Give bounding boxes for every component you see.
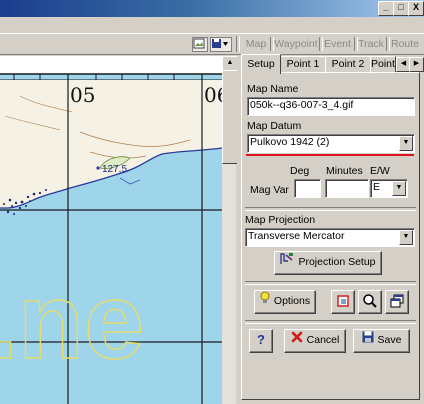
map-canvas[interactable]: .ne 05 06 127,5 <box>0 56 222 404</box>
map-watermark: .ne <box>0 260 144 381</box>
projection-setup-button[interactable]: Projection Setup <box>274 251 382 275</box>
toolbar: Map Waypoint Event Track Route <box>0 33 424 55</box>
toolbar-separator <box>236 36 240 52</box>
chevron-down-icon[interactable]: ▼ <box>399 230 413 245</box>
mag-var-ew-value: E <box>373 181 381 193</box>
mag-var-deg-label: Deg <box>290 165 310 177</box>
chevron-down-icon[interactable]: ▼ <box>399 136 413 151</box>
close-button[interactable]: X <box>408 1 424 16</box>
map-crop-button[interactable] <box>331 290 355 314</box>
map-datum-select[interactable]: Pulkovo 1942 (2) ▼ <box>247 134 415 153</box>
cancel-button[interactable]: Cancel <box>284 329 346 353</box>
map-view[interactable]: .ne 05 06 127,5 <box>0 56 222 404</box>
section-divider <box>245 207 416 211</box>
mag-var-ew-select[interactable]: E ▼ <box>370 179 408 198</box>
map-grid-label: 05 <box>70 83 95 107</box>
menu-bar <box>0 17 424 33</box>
map-projection-select[interactable]: Transverse Mercator ▼ <box>245 228 415 247</box>
datum-highlight-underline <box>246 154 414 156</box>
map-grid-label: 06 <box>204 83 222 107</box>
map-datum-value: Pulkovo 1942 (2) <box>250 136 330 148</box>
top-tab-waypoint[interactable]: Waypoint <box>273 37 319 51</box>
top-tab-map[interactable]: Map <box>243 37 269 51</box>
mag-var-deg-input[interactable] <box>294 179 321 198</box>
cancel-label: Cancel <box>306 334 340 347</box>
windows-icon <box>390 294 404 308</box>
help-button[interactable]: ? <box>249 329 273 353</box>
projection-setup-label: Projection Setup <box>298 256 376 269</box>
top-tab-track[interactable]: Track <box>357 37 385 51</box>
map-name-label: Map Name <box>247 83 299 95</box>
tab-scroll-right-button[interactable]: ▶ <box>409 57 424 72</box>
map-vertical-scrollbar[interactable]: ▲ <box>222 56 238 404</box>
image-icon[interactable] <box>192 37 208 52</box>
save-dropdown-icon[interactable] <box>210 37 232 52</box>
tab-setup[interactable]: Setup <box>241 54 281 74</box>
scroll-thumb[interactable] <box>222 70 238 164</box>
mag-var-ew-label: E/W <box>370 165 390 177</box>
mag-var-minutes-label: Minutes <box>326 165 363 177</box>
section-divider <box>245 281 416 285</box>
projection-setup-icon <box>280 252 294 272</box>
top-tab-route[interactable]: Route <box>389 37 421 51</box>
minimize-button[interactable]: _ <box>378 1 394 16</box>
map-crop-icon <box>337 295 349 307</box>
mag-var-minutes-input[interactable] <box>325 179 369 198</box>
section-divider <box>245 320 416 324</box>
cancel-icon <box>291 330 303 350</box>
map-elevation-label: 127,5 <box>102 164 127 175</box>
magnifier-icon <box>363 294 377 308</box>
map-datum-label: Map Datum <box>247 120 302 132</box>
setup-tab-body: Map Name 050k--q36-007-3_4.gif Map Datum… <box>241 72 420 400</box>
options-button[interactable]: Options <box>254 290 316 314</box>
map-projection-label: Map Projection <box>245 214 316 226</box>
chevron-down-icon[interactable]: ▼ <box>392 181 406 196</box>
zoom-button[interactable] <box>358 290 382 314</box>
mag-var-label: Mag Var <box>250 184 289 196</box>
map-projection-value: Transverse Mercator <box>248 230 345 242</box>
top-tab-event[interactable]: Event <box>322 37 353 51</box>
maximize-button[interactable]: □ <box>393 1 409 16</box>
map-setup-panel: Setup Point 1 Point 2 Point 3 ◀ ▶ Map Na… <box>237 54 424 404</box>
save-label: Save <box>377 334 402 347</box>
save-button[interactable]: Save <box>353 329 410 353</box>
lightbulb-icon <box>260 291 270 311</box>
map-name-input[interactable]: 050k--q36-007-3_4.gif <box>247 97 415 116</box>
options-label: Options <box>273 295 311 308</box>
window-layout-button[interactable] <box>385 290 409 314</box>
save-icon <box>362 330 374 350</box>
title-bar: _ □ X <box>0 0 424 17</box>
